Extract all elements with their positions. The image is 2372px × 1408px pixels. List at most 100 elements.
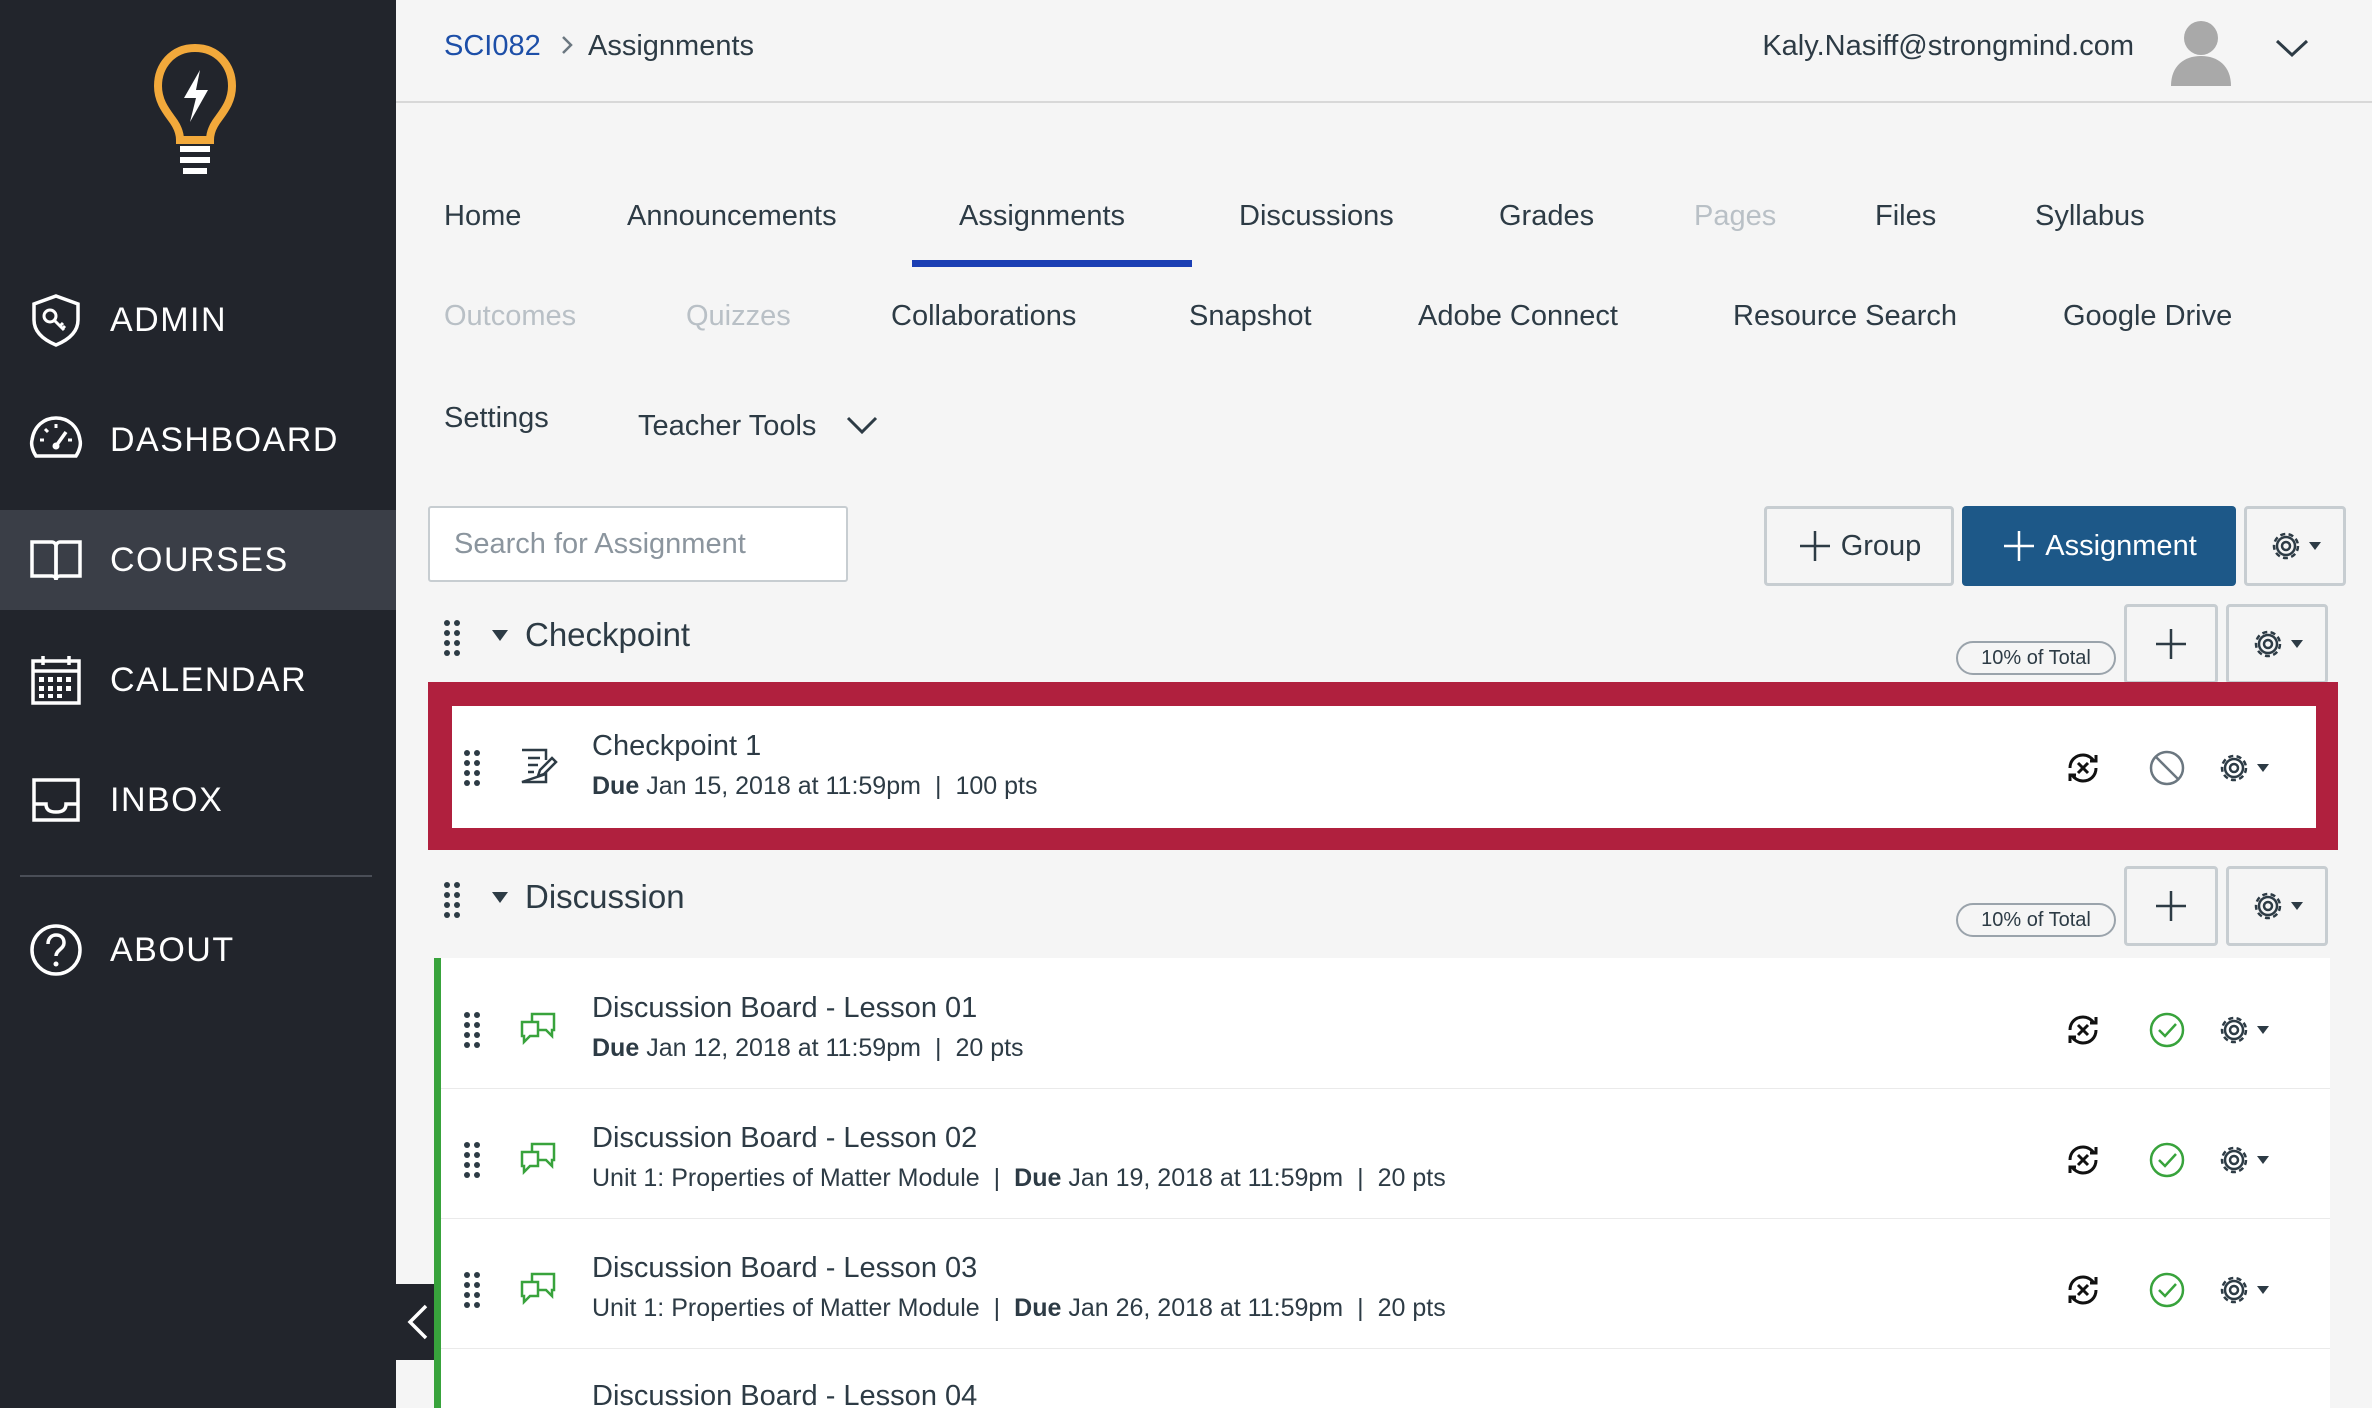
row-divider (441, 1348, 2330, 1349)
drag-handle-icon[interactable] (442, 880, 462, 920)
sync-off-icon[interactable] (2064, 1011, 2102, 1049)
tab-teacher-tools[interactable]: Teacher Tools (638, 410, 816, 443)
assignment-settings-button[interactable] (2216, 749, 2282, 787)
assignment-meta: Due Jan 15, 2018 at 11:59pm | 100 pts (592, 772, 1038, 800)
tab-assignments[interactable]: Assignments (959, 200, 1125, 233)
discussion-icon (520, 1272, 556, 1306)
drag-handle-icon[interactable] (462, 1010, 482, 1050)
group-title-discussion: Discussion (525, 878, 685, 915)
nav-dashboard[interactable]: DASHBOARD (0, 390, 396, 490)
nav-dashboard-label: DASHBOARD (110, 420, 339, 459)
due-date: Jan 12, 2018 at 11:59pm (646, 1034, 921, 1062)
teacher-tools-chevron-icon[interactable] (845, 414, 879, 436)
drag-handle-icon[interactable] (462, 1140, 482, 1180)
tab-files[interactable]: Files (1875, 200, 1936, 233)
tab-quizzes[interactable]: Quizzes (686, 300, 791, 333)
nav-calendar[interactable]: CALENDAR (0, 630, 396, 730)
lightbulb-logo-icon[interactable] (150, 40, 240, 180)
due-label: Due (592, 772, 640, 800)
group-settings-button[interactable] (2226, 866, 2328, 946)
drag-handle-icon[interactable] (462, 748, 482, 788)
tab-outcomes[interactable]: Outcomes (444, 300, 576, 333)
drag-handle-icon[interactable] (462, 1270, 482, 1310)
published-check-icon[interactable] (2148, 1011, 2186, 1049)
add-group-button[interactable]: Group (1764, 506, 1954, 586)
assignment-title[interactable]: Discussion Board - Lesson 02 (592, 1122, 977, 1155)
assignment-title[interactable]: Checkpoint 1 (592, 730, 761, 763)
sync-off-icon[interactable] (2064, 1141, 2102, 1179)
top-bar: SCI082 Assignments Kaly.Nasiff@strongmin… (396, 0, 2372, 103)
nav-about-label: ABOUT (110, 930, 235, 969)
tab-grades[interactable]: Grades (1499, 200, 1594, 233)
inbox-icon (32, 778, 80, 822)
tab-announcements[interactable]: Announcements (627, 200, 837, 233)
tab-discussions[interactable]: Discussions (1239, 200, 1394, 233)
tab-settings[interactable]: Settings (444, 402, 549, 435)
tab-adobe-connect[interactable]: Adobe Connect (1418, 300, 1618, 333)
caret-down-icon (2291, 902, 2303, 910)
published-check-icon[interactable] (2148, 1271, 2186, 1309)
gear-icon (2220, 1146, 2248, 1174)
collapse-group-caret-icon[interactable] (492, 892, 508, 903)
points: 100 pts (955, 772, 1038, 800)
unpublished-icon[interactable] (2148, 749, 2186, 787)
avatar-icon[interactable] (2168, 16, 2234, 86)
assignment-settings-button[interactable] (2216, 1011, 2282, 1049)
assignment-meta: Unit 1: Properties of Matter Module | Due … (592, 1294, 1446, 1322)
gear-icon (2272, 532, 2300, 560)
tab-home[interactable]: Home (444, 200, 521, 233)
assignment-title[interactable]: Discussion Board - Lesson 03 (592, 1252, 977, 1285)
user-email[interactable]: Kaly.Nasiff@strongmind.com (1762, 30, 2134, 63)
tab-resource-search[interactable]: Resource Search (1733, 300, 1957, 333)
assignment-settings-button[interactable] (2216, 1271, 2282, 1309)
add-group-label: Group (1840, 529, 1922, 562)
discussion-icon (520, 1012, 556, 1046)
discussion-icon (520, 1142, 556, 1176)
points: 20 pts (955, 1034, 1024, 1062)
gear-icon (2220, 1016, 2248, 1044)
sync-off-icon[interactable] (2064, 1271, 2102, 1309)
due-label: Due (592, 1034, 640, 1062)
gear-icon (2220, 754, 2248, 782)
points: 20 pts (1377, 1164, 1446, 1192)
module-name: Unit 1: Properties of Matter Module (592, 1294, 980, 1322)
assignments-settings-button[interactable] (2244, 506, 2346, 586)
plus-icon (2004, 531, 2035, 561)
published-check-icon[interactable] (2148, 1141, 2186, 1179)
tab-pages[interactable]: Pages (1694, 200, 1776, 233)
collapse-group-caret-icon[interactable] (492, 630, 508, 641)
tab-snapshot[interactable]: Snapshot (1189, 300, 1312, 333)
due-date: Jan 19, 2018 at 11:59pm (1068, 1164, 1344, 1192)
add-assignment-label: Assignment (2045, 529, 2197, 562)
nav-courses[interactable]: COURSES (0, 510, 396, 610)
breadcrumb-course-link[interactable]: SCI082 (444, 30, 541, 63)
add-to-group-button[interactable] (2124, 866, 2218, 946)
search-assignment-input[interactable] (428, 506, 848, 582)
question-icon (30, 924, 82, 976)
breadcrumb-chevron-icon (562, 36, 573, 54)
assignment-meta: Unit 1: Properties of Matter Module | Due … (592, 1164, 1446, 1192)
nav-admin[interactable]: ADMIN (0, 270, 396, 370)
assignment-meta: Due Jan 12, 2018 at 11:59pm | 20 pts (592, 1034, 1024, 1062)
gear-icon (2254, 630, 2282, 658)
tab-collaborations[interactable]: Collaborations (891, 300, 1076, 333)
assignment-title[interactable]: Discussion Board - Lesson 01 (592, 992, 977, 1025)
group-settings-button[interactable] (2226, 604, 2328, 684)
tab-google-drive[interactable]: Google Drive (2063, 300, 2232, 333)
assignment-row[interactable] (452, 706, 2316, 828)
breadcrumb-current: Assignments (588, 30, 755, 62)
add-to-group-button[interactable] (2124, 604, 2218, 684)
drag-handle-icon[interactable] (442, 618, 462, 658)
add-assignment-button[interactable]: Assignment (1962, 506, 2236, 586)
assignment-settings-button[interactable] (2216, 1141, 2282, 1179)
user-menu-chevron-icon[interactable] (2274, 36, 2310, 60)
row-divider (441, 1218, 2330, 1219)
nav-inbox[interactable]: INBOX (0, 750, 396, 850)
sync-off-icon[interactable] (2064, 749, 2102, 787)
plus-icon (2156, 891, 2186, 921)
nav-about[interactable]: ABOUT (0, 900, 396, 1000)
assignment-title[interactable]: Discussion Board - Lesson 04 (592, 1380, 977, 1408)
tab-syllabus[interactable]: Syllabus (2035, 200, 2145, 233)
row-divider (441, 1088, 2330, 1089)
caret-down-icon (2309, 542, 2321, 550)
